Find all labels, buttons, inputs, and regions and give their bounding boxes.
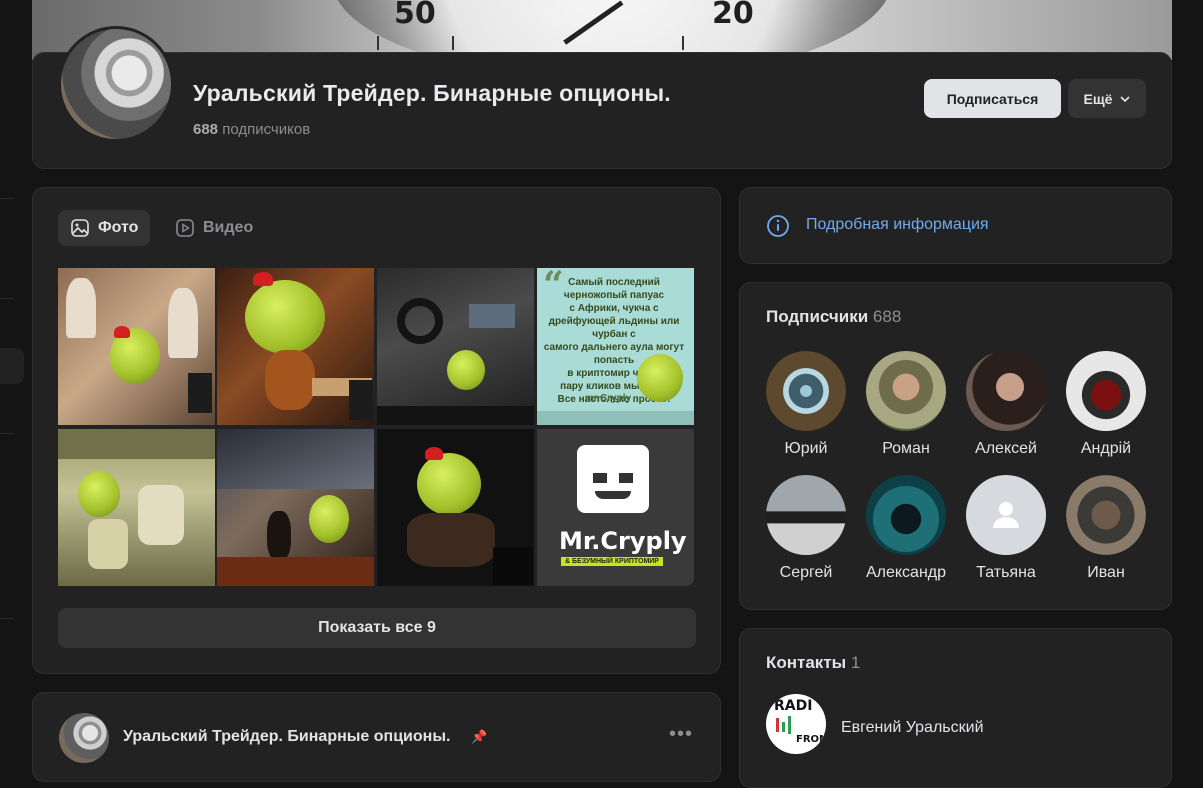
image-icon <box>71 219 89 237</box>
photo-thumbnail[interactable] <box>217 429 374 586</box>
photo-thumbnail[interactable] <box>377 429 534 586</box>
subscribe-button[interactable]: Подписаться <box>924 79 1061 118</box>
photo-thumbnail[interactable]: “ Самый последний черножопый папуас с Аф… <box>537 268 694 425</box>
subscriber-avatar <box>766 351 846 431</box>
group-avatar[interactable] <box>58 26 174 142</box>
subscriber-avatar <box>1066 475 1146 555</box>
pin-icon: 📌 <box>471 729 488 744</box>
nav-divider <box>0 618 14 619</box>
subscriber-avatar <box>1066 351 1146 431</box>
contact-avatar[interactable]: RADI FROM <box>766 694 826 754</box>
subscriber-avatar <box>766 475 846 555</box>
subscriber-name: Иван <box>1087 564 1125 581</box>
nav-active-item[interactable] <box>0 348 24 384</box>
nav-divider <box>0 198 14 199</box>
dial-tick <box>377 36 379 50</box>
contact-name[interactable]: Евгений Уральский <box>841 719 984 737</box>
contacts-section: Контакты 1 RADI FROM Евгений Уральский <box>739 628 1172 788</box>
left-nav-rail <box>0 0 24 761</box>
dial-tick <box>452 36 454 50</box>
subscriber-name: Татьяна <box>976 564 1036 581</box>
play-icon <box>176 219 194 237</box>
post-author-avatar[interactable] <box>59 713 109 763</box>
contacts-heading[interactable]: Контакты 1 <box>766 653 860 673</box>
brand-logo-subtitle: & БЕЗУМНЫЙ КРИПТОМИР <box>561 557 663 566</box>
wall-post: Уральский Трейдер. Бинарные опционы. 📌 •… <box>32 692 721 782</box>
subscriber-avatar <box>966 351 1046 431</box>
contacts-heading-count: 1 <box>850 653 861 672</box>
subscriber-item[interactable]: Алексей <box>956 351 1056 458</box>
subscriber-name: Сергей <box>779 564 833 581</box>
subscribers-heading[interactable]: Подписчики 688 <box>766 307 901 327</box>
dial-tick <box>682 36 684 50</box>
subscriber-item[interactable]: Иван <box>1056 475 1156 582</box>
contacts-heading-label: Контакты <box>766 653 847 672</box>
subscriber-name: Роман <box>882 440 930 457</box>
media-section: Фото Видео “ Самый последний черножопый … <box>32 187 721 674</box>
photo-thumbnail[interactable] <box>58 429 215 586</box>
chevron-down-icon <box>1120 95 1131 102</box>
dial-number: 20 <box>712 0 754 31</box>
subscribers-count: 688 <box>193 121 219 138</box>
default-user-icon <box>993 502 1019 528</box>
contact-avatar-text: RADI <box>774 698 813 714</box>
group-title: Уральский Трейдер. Бинарные опционы. <box>193 80 671 106</box>
info-section: Подробная информация <box>739 187 1172 264</box>
tab-video-label: Видео <box>203 219 254 236</box>
more-button-label: Ещё <box>1083 90 1113 107</box>
photo-thumbnail[interactable] <box>58 268 215 425</box>
subscribers-line[interactable]: 688 подписчиков <box>193 121 310 138</box>
subscriber-name: Юрий <box>784 440 828 457</box>
subscriber-avatar <box>966 475 1046 555</box>
brand-logo-text: Mr.Cryply <box>559 527 687 555</box>
subscriber-item[interactable]: Александр <box>856 475 956 582</box>
details-link[interactable]: Подробная информация <box>806 216 989 234</box>
quote-signature: mr.Cryply <box>585 393 632 404</box>
subscriber-name: Алексей <box>975 440 1037 457</box>
subscribers-label: подписчиков <box>222 121 311 138</box>
tab-photo-label: Фото <box>98 219 139 236</box>
subscriber-item[interactable]: Андрій <box>1056 351 1156 458</box>
subscribers-section: Подписчики 688 Юрий Роман Алексей Андрій… <box>739 282 1172 610</box>
post-author-name[interactable]: Уральский Трейдер. Бинарные опционы. <box>123 728 450 746</box>
photo-thumbnail[interactable] <box>377 268 534 425</box>
photo-thumbnail[interactable]: Mr.Cryply & БЕЗУМНЫЙ КРИПТОМИР <box>537 429 694 586</box>
contact-avatar-text: FROM <box>796 734 826 745</box>
photo-thumbnail[interactable] <box>217 268 374 425</box>
subscriber-name: Александр <box>865 564 947 581</box>
subscriber-item[interactable]: Татьяна <box>956 475 1056 582</box>
tab-video[interactable]: Видео <box>163 210 265 246</box>
subscriber-name: Андрій <box>1080 440 1132 457</box>
subscriber-avatar <box>866 475 946 555</box>
subscriber-item[interactable]: Сергей <box>756 475 856 582</box>
more-button[interactable]: Ещё <box>1068 79 1146 118</box>
more-dots-icon[interactable]: ••• <box>669 723 693 746</box>
show-all-photos-button[interactable]: Показать все 9 <box>58 608 696 648</box>
subscribers-heading-count: 688 <box>872 307 902 326</box>
subscriber-avatar <box>866 351 946 431</box>
tab-photo[interactable]: Фото <box>58 210 151 246</box>
nav-divider <box>0 298 14 299</box>
subscribers-heading-label: Подписчики <box>766 307 869 326</box>
info-icon <box>767 215 789 237</box>
subscriber-item[interactable]: Роман <box>856 351 956 458</box>
group-cover-image: 50 20 <box>32 0 1172 60</box>
photo-grid: “ Самый последний черножопый папуас с Аф… <box>58 268 696 586</box>
subscriber-item[interactable]: Юрий <box>756 351 856 458</box>
dial-number: 50 <box>394 0 436 31</box>
nav-divider <box>0 433 14 434</box>
